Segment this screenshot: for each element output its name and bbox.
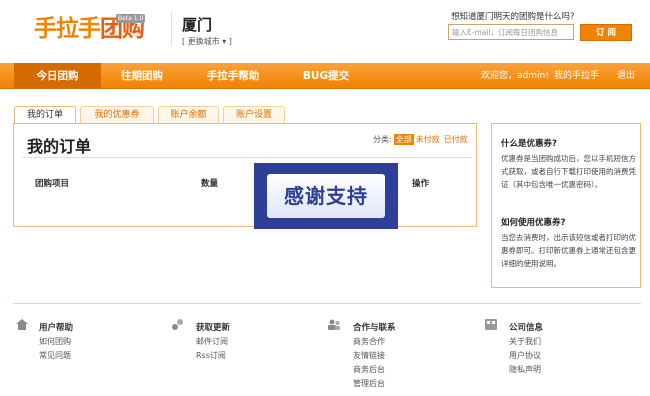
footer-link-biz-admin[interactable]: 商务后台 bbox=[353, 364, 385, 375]
thanks-text: 感谢支持 bbox=[267, 174, 385, 218]
welcome-text: 欢迎您，admin! bbox=[481, 71, 549, 81]
footer-title-updates: 获取更新 bbox=[196, 323, 231, 333]
footer-link-about[interactable]: 关于我们 bbox=[509, 336, 541, 347]
column-header-item: 团购项目 bbox=[35, 179, 70, 189]
column-header-quantity: 数量 bbox=[201, 179, 219, 189]
footer-link-rss[interactable]: Rss订阅 bbox=[196, 350, 226, 361]
footer-link-admin[interactable]: 管理后台 bbox=[353, 378, 385, 389]
footer-link-terms[interactable]: 用户协议 bbox=[509, 350, 541, 361]
people-icon bbox=[328, 319, 340, 330]
nav-item-help[interactable]: 手拉手帮助 bbox=[190, 63, 276, 89]
nav-item-today[interactable]: 今日团购 bbox=[14, 63, 101, 89]
filter-unpaid[interactable]: 未付款 bbox=[414, 134, 442, 145]
main-nav: 今日团购 往期团购 手拉手帮助 BUG提交 欢迎您，admin! 我的手拉手 退… bbox=[0, 63, 650, 89]
column-header-actions: 操作 bbox=[412, 179, 430, 189]
current-city: 厦门 bbox=[182, 16, 213, 34]
footer-link-business[interactable]: 商务合作 bbox=[353, 336, 385, 347]
filter-all[interactable]: 全部 bbox=[393, 134, 414, 145]
footer-title-contact: 合作与联系 bbox=[353, 323, 396, 333]
title-divider bbox=[22, 157, 472, 158]
tab-my-coupons[interactable]: 我的优惠券 bbox=[80, 106, 154, 123]
tab-balance[interactable]: 账户余额 bbox=[158, 106, 219, 123]
sidebar-text-what: 优惠券是当团购成功后，您以手机短信方式获取，或者自行下载打印使用的消费凭证（其中… bbox=[501, 154, 636, 189]
filter-paid[interactable]: 已付款 bbox=[442, 134, 470, 145]
footer-link-email-sub[interactable]: 邮件订阅 bbox=[196, 336, 228, 347]
filter-label: 分类: bbox=[373, 135, 392, 144]
email-subscribe-input[interactable]: 输入E-mail，订阅每日团购信息 bbox=[448, 24, 574, 40]
logout-link[interactable]: 退出 bbox=[617, 63, 635, 89]
subscribe-prompt: 想知道厦门明天的团购是什么吗? bbox=[451, 12, 575, 22]
tab-my-orders[interactable]: 我的订单 bbox=[14, 106, 76, 124]
page-title: 我的订单 bbox=[27, 137, 92, 156]
footer-title-help: 用户帮助 bbox=[39, 323, 74, 333]
sidebar-heading-what: 什么是优惠券? bbox=[501, 139, 557, 149]
order-filter: 分类: 全部 未付款 已付款 bbox=[371, 134, 470, 145]
my-account-link[interactable]: 我的手拉手 bbox=[554, 63, 599, 89]
subscribe-button[interactable]: 订 阅 bbox=[580, 24, 632, 41]
house-icon bbox=[16, 319, 28, 330]
gears-icon bbox=[172, 319, 183, 330]
beta-badge: Beta 1.0 bbox=[116, 14, 146, 23]
footer-link-how-to-buy[interactable]: 如何团购 bbox=[39, 336, 71, 347]
nav-item-bug[interactable]: BUG提交 bbox=[288, 63, 364, 89]
sidebar-heading-how: 如何使用优惠券? bbox=[501, 218, 566, 228]
building-icon bbox=[485, 319, 497, 330]
footer-link-privacy[interactable]: 隐私声明 bbox=[509, 364, 541, 375]
tab-settings[interactable]: 账户设置 bbox=[223, 106, 285, 123]
nav-item-past[interactable]: 往期团购 bbox=[101, 63, 183, 89]
header-divider bbox=[171, 12, 172, 46]
change-city-link[interactable]: [ 更换城市 ▾ ] bbox=[182, 36, 232, 47]
thanks-banner: 感谢支持 bbox=[254, 163, 398, 229]
footer-link-friends[interactable]: 友情链接 bbox=[353, 350, 385, 361]
footer-title-company: 公司信息 bbox=[509, 323, 544, 333]
footer-divider bbox=[13, 303, 641, 304]
footer-link-faq[interactable]: 常见问题 bbox=[39, 350, 71, 361]
sidebar-text-how: 当您去消费时，出示该短信或者打印的优惠券即可。打印新优惠券上通常还包含更详细的使… bbox=[501, 233, 636, 268]
